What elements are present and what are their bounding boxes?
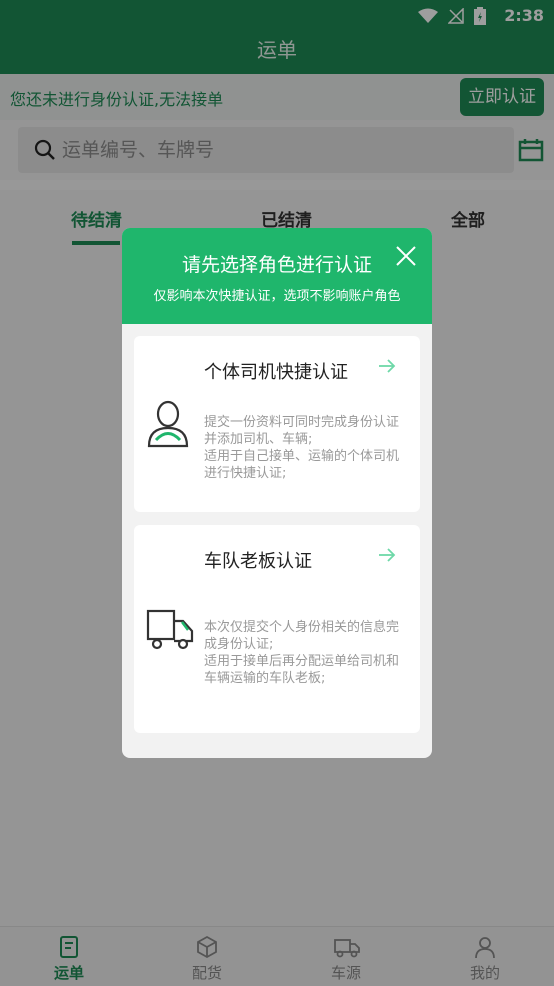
arrow-right-icon — [379, 548, 396, 562]
card-description: 提交一份资料可同时完成身份认证并添加司机、车辆; 适用于自己接单、运输的个体司机… — [204, 414, 404, 482]
card-title: 车队老板认证 — [204, 551, 312, 572]
dialog-header: 请先选择角色进行认证 仅影响本次快捷认证，选项不影响账户角色 — [122, 228, 432, 324]
fleet-owner-auth-card[interactable]: 车队老板认证 本次仅提交个人身份相关的信息完成身份认证; 适用于接单后再分配运单… — [134, 525, 420, 733]
dialog-title: 请先选择角色进行认证 — [181, 254, 372, 276]
desc-line: 提交一份资料可同时完成身份认证并添加司机、车辆; — [204, 415, 400, 447]
truck-icon — [146, 609, 194, 650]
desc-line: 适用于接单后再分配运单给司机和车辆运输的车队老板; — [204, 654, 400, 686]
desc-line: 适用于自己接单、运输的个体司机进行快捷认证; — [204, 449, 400, 481]
card-description: 本次仅提交个人身份相关的信息完成身份认证; 适用于接单后再分配运单给司机和车辆运… — [204, 619, 404, 687]
desc-line: 本次仅提交个人身份相关的信息完成身份认证; — [204, 620, 400, 652]
dialog-subtitle: 仅影响本次快捷认证，选项不影响账户角色 — [153, 289, 401, 304]
role-select-dialog: 请先选择角色进行认证 仅影响本次快捷认证，选项不影响账户角色 个体司机快捷认证 … — [122, 228, 432, 758]
card-title: 个体司机快捷认证 — [204, 362, 348, 383]
arrow-right-icon — [379, 359, 396, 373]
close-icon[interactable] — [394, 244, 418, 268]
driver-icon — [147, 400, 189, 448]
driver-quick-auth-card[interactable]: 个体司机快捷认证 提交一份资料可同时完成身份认证并添加司机、车辆; 适用于自己接… — [134, 336, 420, 512]
